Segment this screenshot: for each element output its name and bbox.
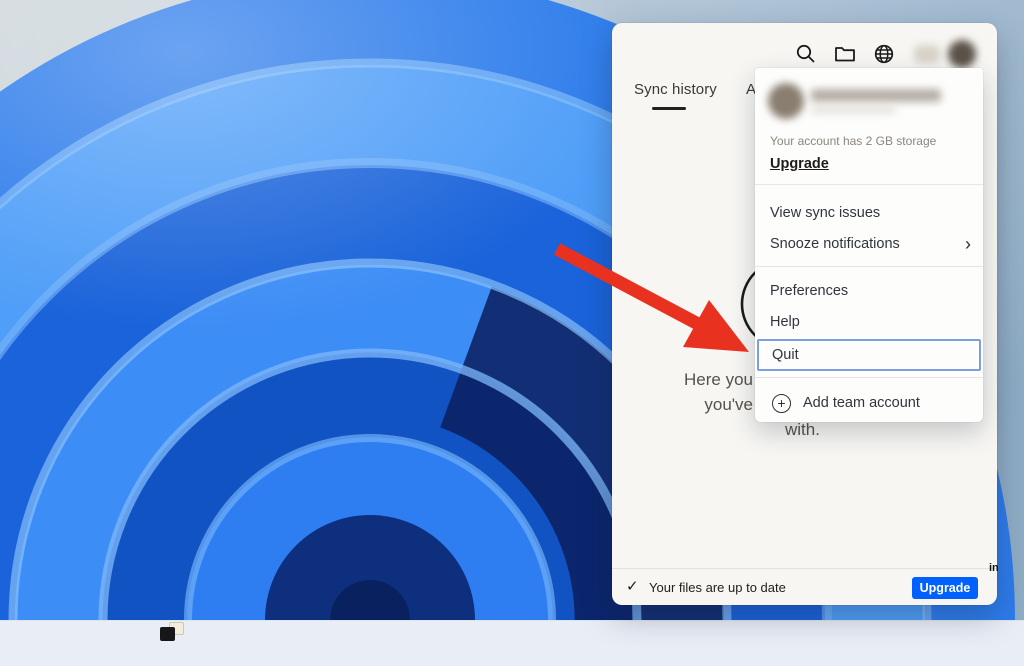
tab-active-indicator bbox=[652, 107, 686, 110]
search-icon[interactable] bbox=[794, 42, 818, 71]
empty-state-text: with. bbox=[785, 420, 820, 440]
upgrade-button[interactable]: Upgrade bbox=[912, 577, 978, 599]
menu-item-view-sync-issues[interactable]: View sync issues bbox=[755, 198, 983, 229]
add-team-account-label: Add team account bbox=[803, 395, 920, 411]
menu-item-snooze-notifications[interactable]: Snooze notifications › bbox=[755, 229, 983, 260]
watermark-text: in bbox=[989, 562, 999, 574]
plus-circle-icon: + bbox=[772, 394, 791, 413]
menu-item-help[interactable]: Help bbox=[755, 307, 983, 338]
task-view-icon[interactable] bbox=[160, 622, 184, 642]
upgrade-link[interactable]: Upgrade bbox=[770, 156, 829, 172]
menu-divider bbox=[755, 377, 983, 378]
storage-info: Your account has 2 GB storage bbox=[770, 134, 936, 148]
account-name-redacted bbox=[811, 89, 941, 102]
check-icon: ✓ bbox=[626, 577, 639, 595]
empty-state-text: you've bbox=[704, 395, 753, 415]
sync-status-text: Your files are up to date bbox=[649, 580, 786, 595]
header-avatar[interactable] bbox=[948, 40, 976, 68]
menu-item-preferences[interactable]: Preferences bbox=[755, 276, 983, 307]
globe-icon[interactable] bbox=[872, 42, 896, 71]
add-team-account-button[interactable]: + Add team account bbox=[755, 384, 983, 422]
footer-divider bbox=[612, 568, 997, 569]
menu-divider bbox=[755, 266, 983, 267]
account-avatar bbox=[768, 83, 804, 119]
taskbar bbox=[0, 620, 1024, 666]
chevron-right-icon: › bbox=[965, 229, 971, 260]
empty-state-text: Here you bbox=[684, 370, 753, 390]
notification-icon[interactable] bbox=[914, 45, 940, 63]
account-menu: Your account has 2 GB storage Upgrade Vi… bbox=[755, 68, 983, 422]
tab-sync-history[interactable]: Sync history bbox=[634, 81, 717, 98]
account-email-redacted bbox=[811, 106, 896, 114]
menu-divider bbox=[755, 184, 983, 185]
menu-item-label: Snooze notifications bbox=[770, 236, 900, 252]
folder-icon[interactable] bbox=[833, 42, 857, 71]
menu-item-quit[interactable]: Quit bbox=[757, 339, 981, 371]
